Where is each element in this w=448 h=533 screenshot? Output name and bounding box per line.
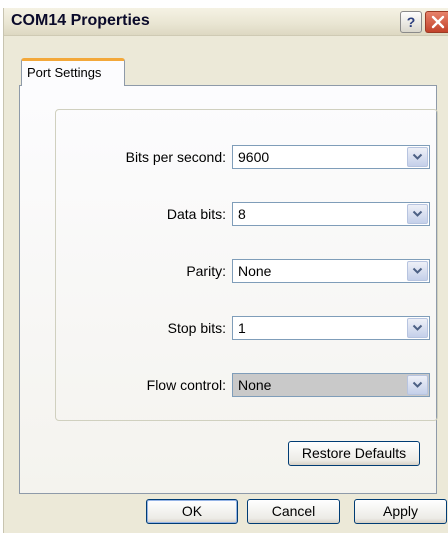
bits-per-second-dropdown-button[interactable] bbox=[407, 147, 428, 167]
help-button[interactable]: ? bbox=[400, 11, 422, 33]
flow-control-value: None bbox=[238, 377, 272, 393]
data-bits-value: 8 bbox=[238, 206, 246, 222]
tab-label: Port Settings bbox=[27, 65, 102, 80]
data-bits-label: Data bits: bbox=[166, 206, 226, 222]
data-bits-dropdown-button[interactable] bbox=[407, 204, 428, 224]
chevron-down-icon bbox=[412, 210, 423, 217]
cancel-button[interactable]: Cancel bbox=[247, 499, 340, 524]
chevron-down-icon bbox=[412, 153, 423, 160]
flow-control-dropdown-button[interactable] bbox=[407, 375, 428, 395]
ok-button[interactable]: OK bbox=[146, 499, 238, 524]
port-settings-panel: Bits per second: 9600 Data bits: 8 Parit… bbox=[19, 85, 438, 494]
help-icon: ? bbox=[406, 14, 416, 30]
window-title: COM14 Properties bbox=[11, 12, 150, 29]
data-bits-select[interactable]: 8 bbox=[232, 202, 430, 226]
stop-bits-label: Stop bits: bbox=[167, 320, 226, 336]
flow-control-label: Flow control: bbox=[146, 377, 226, 393]
settings-group: Bits per second: 9600 Data bits: 8 Parit… bbox=[55, 109, 438, 421]
stop-bits-dropdown-button[interactable] bbox=[407, 318, 428, 338]
parity-label: Parity: bbox=[186, 263, 226, 279]
apply-button[interactable]: Apply bbox=[354, 499, 447, 524]
bits-per-second-select[interactable]: 9600 bbox=[232, 145, 430, 169]
parity-value: None bbox=[238, 263, 272, 279]
chevron-down-icon bbox=[412, 324, 423, 331]
properties-dialog: COM14 Properties ? Port Settings Bits pe… bbox=[3, 8, 448, 533]
bits-per-second-value: 9600 bbox=[238, 149, 270, 165]
close-icon bbox=[431, 15, 445, 29]
bits-per-second-label: Bits per second: bbox=[125, 149, 226, 165]
title-bar[interactable]: COM14 Properties ? bbox=[4, 8, 448, 36]
chevron-down-icon bbox=[412, 381, 423, 388]
tab-port-settings[interactable]: Port Settings bbox=[21, 58, 125, 86]
flow-control-select[interactable]: None bbox=[232, 373, 430, 397]
parity-dropdown-button[interactable] bbox=[407, 261, 428, 281]
stop-bits-select[interactable]: 1 bbox=[232, 316, 430, 340]
parity-select[interactable]: None bbox=[232, 259, 430, 283]
chevron-down-icon bbox=[412, 267, 423, 274]
close-button[interactable] bbox=[425, 11, 448, 33]
stop-bits-value: 1 bbox=[238, 320, 246, 336]
restore-defaults-button[interactable]: Restore Defaults bbox=[288, 441, 420, 466]
